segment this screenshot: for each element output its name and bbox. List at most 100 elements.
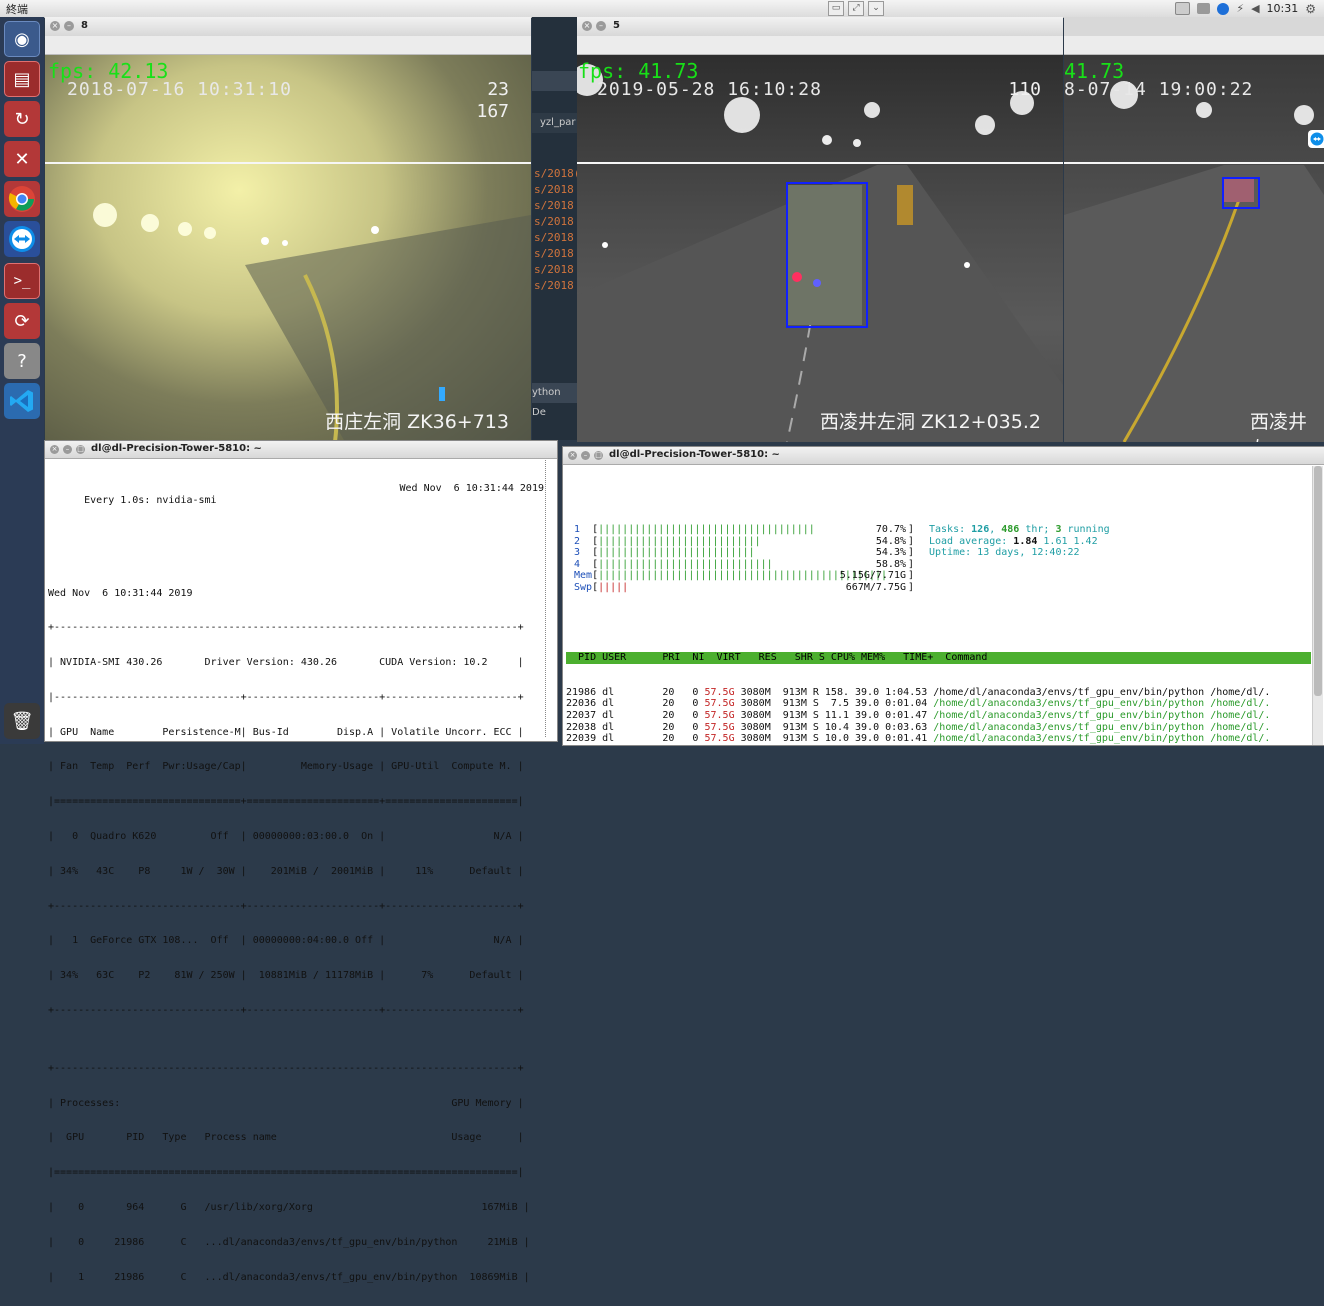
chrome-icon[interactable] <box>4 181 40 217</box>
uptime-line: Uptime: 13 days, 12:40:22 <box>929 547 1110 559</box>
bracket: ] <box>908 582 914 594</box>
volume-icon[interactable]: ◀ <box>1251 2 1259 15</box>
close-icon[interactable]: × <box>50 21 60 31</box>
clock[interactable]: 10:31 <box>1267 2 1299 15</box>
minimize-icon[interactable]: – <box>64 21 74 31</box>
backup-icon[interactable]: ↻ <box>4 101 40 137</box>
process-stats: 3080M 913M R 158. 39.0 1:04.53 <box>735 687 934 698</box>
scrollbar-thumb[interactable] <box>1314 466 1322 696</box>
process-table-header[interactable]: PID USER PRI NI VIRT RES SHR S CPU% MEM%… <box>566 652 1311 664</box>
nvidia-smi-terminal: × – □ dl@dl-Precision-Tower-5810: ~ Ever… <box>44 440 558 742</box>
toolbar <box>45 36 531 55</box>
editor-tab[interactable] <box>532 71 577 91</box>
help-icon[interactable]: ? <box>4 343 40 379</box>
trash-icon[interactable]: 🗑 <box>4 703 40 739</box>
threads-label: thr; <box>1019 524 1055 535</box>
toolbar <box>577 36 1063 55</box>
input-method-icon[interactable] <box>1197 3 1210 14</box>
files-icon[interactable]: ▤ <box>4 61 40 97</box>
tasks-line: Tasks: 126, 486 thr; 3 running <box>929 524 1110 536</box>
location-label: 西凌井左 <box>1250 407 1324 442</box>
cpu-bar: |||||||||||||||||||||||||||||||||||| <box>598 524 815 535</box>
process-stats: 3080M 913M S 7.5 39.0 0:01.04 <box>735 698 934 709</box>
detection-line <box>45 162 531 164</box>
window-title: 5 <box>613 20 620 31</box>
cpu-meters: 1 [||||||||||||||||||||||||||||||||||||7… <box>574 524 914 594</box>
maximize-icon[interactable]: □ <box>76 445 85 454</box>
minimize-icon[interactable]: – <box>581 451 590 460</box>
meter-value: 5.15G/7.71G <box>840 570 906 582</box>
process-row[interactable]: 22037 dl 20 0 57.5G 3080M 913M S 11.1 39… <box>566 710 1311 722</box>
system-tray: ⚡ ◀ 10:31 ⚙ <box>1175 0 1324 17</box>
process-table[interactable]: 21986 dl 20 0 57.5G 3080M 913M R 158. 39… <box>566 687 1311 745</box>
watch-command: Every 1.0s: nvidia-smi <box>84 495 216 506</box>
process-pid-user: 22037 dl <box>566 710 656 721</box>
smi-line: +-------------------------------+-------… <box>48 901 544 913</box>
teamviewer-panel-icon[interactable] <box>1308 130 1324 148</box>
timestamp: 2019-05-28 16:10:28 <box>597 79 822 100</box>
load-1: 1.84 <box>1013 536 1037 547</box>
window-title: dl@dl-Precision-Tower-5810: ~ <box>609 449 780 460</box>
process-pid-user: 22036 dl <box>566 698 656 709</box>
meter-bar: ||||| <box>598 582 628 593</box>
cpu-label: 2 <box>574 536 592 547</box>
cpu-bar: |||||||||||||||||||||||||| <box>598 547 755 558</box>
chevron-down-icon[interactable]: ⌄ <box>868 1 884 16</box>
vscode-icon[interactable] <box>4 383 40 419</box>
close-icon[interactable]: × <box>568 451 577 460</box>
video-frame: 41.73 8-07-14 19:00:22 西凌井左 <box>1064 55 1324 442</box>
maximize-icon[interactable]: □ <box>594 451 603 460</box>
minimize-icon[interactable]: – <box>596 21 606 31</box>
code-line: s/2018 <box>534 183 574 196</box>
close-icon[interactable]: × <box>582 21 592 31</box>
process-row[interactable]: 21986 dl 20 0 57.5G 3080M 913M R 158. 39… <box>566 687 1311 699</box>
process-virt: 57.5G <box>704 710 734 721</box>
minimize-icon[interactable]: – <box>63 445 72 454</box>
keyboard-icon[interactable] <box>1175 2 1190 15</box>
process-virt: 57.5G <box>704 698 734 709</box>
scrollbar[interactable] <box>545 460 554 737</box>
process-command: /home/dl/anaconda3/envs/tf_gpu_env/bin/p… <box>933 687 1270 698</box>
process-row[interactable]: 22038 dl 20 0 57.5G 3080M 913M S 10.4 39… <box>566 722 1311 734</box>
htop-output[interactable]: 1 [||||||||||||||||||||||||||||||||||||7… <box>566 466 1311 745</box>
title-bar: × – 8 <box>45 17 531 37</box>
system-tools-icon[interactable]: ✕ <box>4 141 40 177</box>
expand-icon[interactable]: ⤢ <box>848 1 864 16</box>
smi-line: +---------------------------------------… <box>48 1063 544 1075</box>
teamviewer-icon[interactable] <box>4 221 40 257</box>
blank-line <box>566 489 1311 501</box>
title-bar <box>1064 17 1324 37</box>
load-15: 1.42 <box>1068 536 1098 547</box>
tasks-label: Tasks: <box>929 524 971 535</box>
terminal-icon[interactable]: >_ <box>4 263 40 299</box>
htop-terminal: × – □ dl@dl-Precision-Tower-5810: ~ 1 [|… <box>562 446 1324 746</box>
cpu-label: 1 <box>574 524 592 535</box>
tasks-sep: , <box>989 524 1001 535</box>
restore-icon[interactable]: ▭ <box>828 1 844 16</box>
close-icon[interactable]: × <box>50 445 59 454</box>
code-line: s/2018 <box>534 215 574 228</box>
smi-line: | 0 Quadro K620 Off | 00000000:03:00.0 O… <box>48 831 544 843</box>
cpu-label: 3 <box>574 547 592 558</box>
scrollbar[interactable] <box>1312 466 1323 745</box>
power-gear-icon[interactable]: ⚙ <box>1305 2 1316 16</box>
process-row[interactable]: 22036 dl 20 0 57.5G 3080M 913M S 7.5 39.… <box>566 698 1311 710</box>
mem-meter: Mem[||||||||||||||||||||||||||||||||||||… <box>574 570 914 582</box>
terminal-output[interactable]: Every 1.0s: nvidia-smi Wed Nov 6 10:31:4… <box>48 460 544 1306</box>
process-pri-ni: 20 0 <box>656 687 704 698</box>
vehicle-count: 110 <box>1008 79 1041 100</box>
network-icon[interactable]: ⚡ <box>1236 2 1244 15</box>
detection-box <box>786 182 868 328</box>
cpu-meter: 3 [||||||||||||||||||||||||||54.3%] <box>574 547 914 559</box>
teamviewer-tray-icon[interactable] <box>1217 3 1229 15</box>
process-row[interactable]: 22039 dl 20 0 57.5G 3080M 913M S 10.0 39… <box>566 733 1311 745</box>
threads-count: 486 <box>1001 524 1019 535</box>
load-line: Load average: 1.84 1.61 1.42 <box>929 536 1110 548</box>
cpu-label: 4 <box>574 559 592 570</box>
ubuntu-icon[interactable]: ◉ <box>4 21 40 57</box>
vehicle-count: 23 <box>487 79 509 100</box>
update-icon[interactable]: ⟳ <box>4 303 40 339</box>
editor-tab-bar: yzl_par <box>532 113 577 133</box>
editor-tab-label[interactable]: yzl_par <box>540 117 576 128</box>
meter-label: Swp <box>574 582 592 593</box>
